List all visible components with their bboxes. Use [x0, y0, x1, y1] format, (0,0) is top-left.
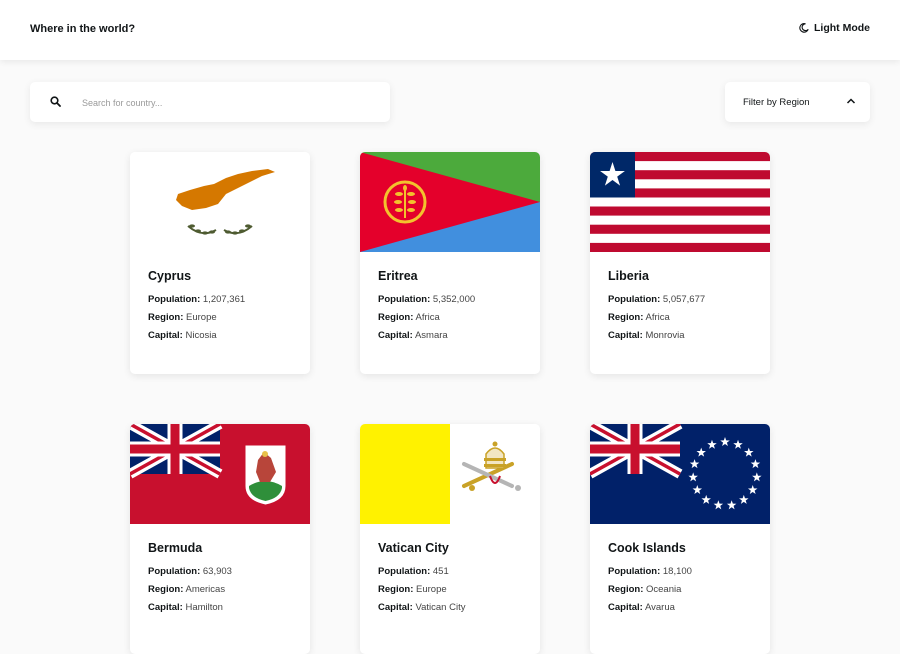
country-name: Bermuda	[148, 541, 203, 555]
population-row: Population: 5,352,000	[378, 294, 476, 305]
country-name: Cyprus	[148, 269, 192, 283]
liberia-flag	[590, 152, 770, 252]
country-name: Liberia	[608, 269, 649, 283]
capital-row: Capital: Monrovia	[608, 330, 685, 341]
population-row: Population: 63,903	[148, 566, 232, 577]
region-row: Region: Africa	[378, 312, 440, 323]
country-name: Vatican City	[378, 541, 449, 555]
region-row: Region: Europe	[148, 312, 217, 323]
search-input[interactable]	[80, 92, 374, 114]
region-row: Region: Africa	[608, 312, 670, 323]
capital-value: Monrovia	[645, 330, 685, 341]
country-card-eritrea[interactable]: Eritrea Population: 5,352,000 Region: Af…	[360, 152, 540, 374]
region-row: Region: Oceania	[608, 584, 682, 595]
population-value: 5,352,000	[432, 294, 476, 305]
capital-value: Vatican City	[415, 602, 466, 613]
bermuda-flag	[130, 424, 310, 524]
cyprus-flag	[130, 152, 310, 252]
capital-row: Capital: Hamilton	[148, 602, 223, 613]
chevron-up-icon	[846, 98, 856, 104]
search-icon	[50, 96, 61, 107]
region-row: Region: Americas	[148, 584, 226, 595]
region-row: Region: Europe	[378, 584, 447, 595]
population-row: Population: 18,100	[608, 566, 692, 577]
theme-toggle-label: Light Mode	[814, 22, 870, 34]
capital-row: Capital: Nicosia	[148, 330, 217, 341]
top-header: Where in the world? Light Mode	[0, 0, 900, 60]
vatican-city-flag	[360, 424, 540, 524]
population-value: 63,903	[202, 566, 232, 577]
capital-value: Asmara	[414, 330, 448, 341]
population-value: 451	[432, 566, 449, 577]
theme-toggle-button[interactable]: Light Mode	[799, 22, 870, 34]
population-value: 18,100	[662, 566, 692, 577]
moon-icon	[799, 23, 809, 33]
region-value: Europe	[186, 312, 217, 323]
country-card-liberia[interactable]: Liberia Population: 5,057,677 Region: Af…	[590, 152, 770, 374]
capital-value: Avarua	[644, 602, 675, 613]
region-value: Europe	[416, 584, 447, 595]
capital-row: Capital: Vatican City	[378, 602, 466, 613]
region-filter-dropdown[interactable]: Filter by Region	[725, 82, 870, 122]
population-row: Population: 451	[378, 566, 449, 577]
capital-row: Capital: Avarua	[608, 602, 675, 613]
population-row: Population: 5,057,677	[608, 294, 706, 305]
region-value: Oceania	[646, 584, 682, 595]
capital-row: Capital: Asmara	[378, 330, 448, 341]
population-row: Population: 1,207,361	[148, 294, 246, 305]
eritrea-flag	[360, 152, 540, 252]
region-value: Americas	[185, 584, 226, 595]
country-name: Cook Islands	[608, 541, 686, 555]
capital-value: Nicosia	[185, 330, 217, 341]
region-value: Africa	[645, 312, 670, 323]
app-title: Where in the world?	[30, 23, 136, 35]
country-card-cook-islands[interactable]: Cook Islands Population: 18,100 Region: …	[590, 424, 770, 654]
country-name: Eritrea	[378, 269, 418, 283]
country-card-vatican-city[interactable]: Vatican City Population: 451 Region: Eur…	[360, 424, 540, 654]
population-value: 1,207,361	[202, 294, 246, 305]
country-card-bermuda[interactable]: Bermuda Population: 63,903 Region: Ameri…	[130, 424, 310, 654]
region-filter-label: Filter by Region	[743, 97, 810, 108]
region-value: Africa	[415, 312, 440, 323]
search-box	[30, 82, 390, 122]
cook-islands-flag	[590, 424, 770, 524]
population-value: 5,057,677	[662, 294, 706, 305]
country-card-cyprus[interactable]: Cyprus Population: 1,207,361 Region: Eur…	[130, 152, 310, 374]
capital-value: Hamilton	[185, 602, 223, 613]
